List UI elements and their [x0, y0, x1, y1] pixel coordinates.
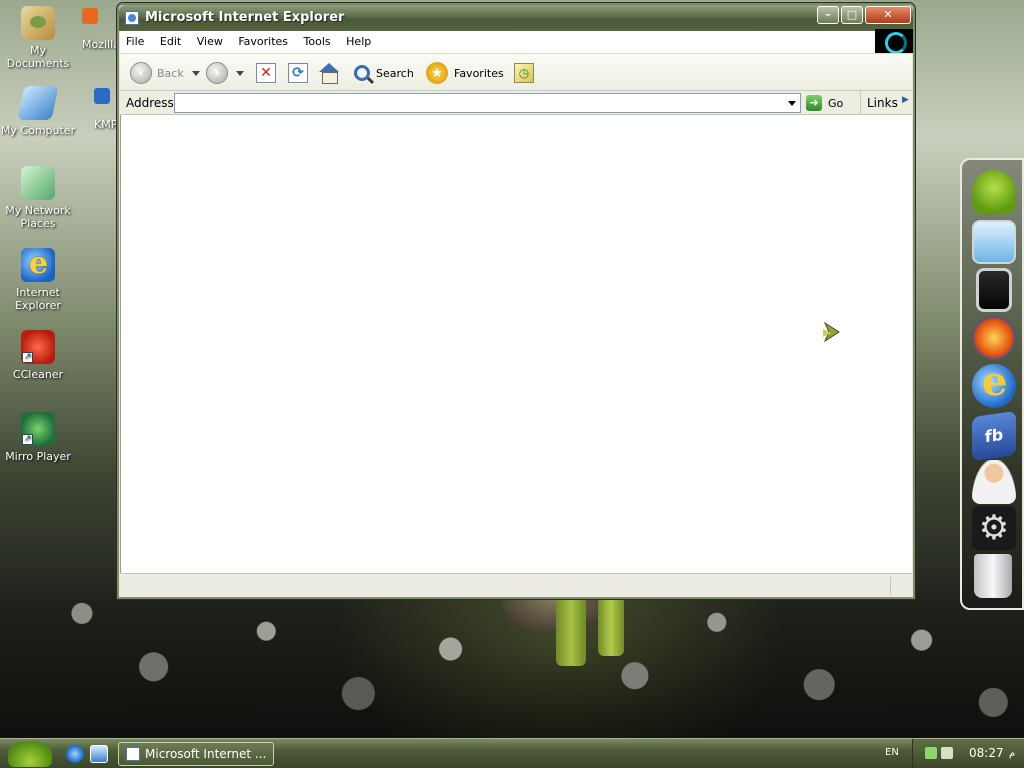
ipad-icon[interactable] — [976, 268, 1012, 312]
desktop-icon-label: Internet Explorer — [15, 286, 61, 312]
ie-throbber-icon — [875, 29, 913, 54]
busy-cursor-icon — [823, 321, 840, 343]
forward-button[interactable]: › — [206, 60, 244, 86]
home-icon — [318, 63, 340, 84]
desktop-icon-network-places[interactable]: My Network Places — [0, 166, 76, 230]
monitor-icon[interactable] — [972, 220, 1016, 264]
wallpaper-plant-2 — [598, 596, 624, 656]
history-icon: ◷ — [514, 63, 534, 83]
quicklaunch-ie-icon[interactable] — [66, 745, 84, 763]
close-button[interactable]: ✕ — [865, 6, 911, 24]
my-documents-icon — [21, 6, 55, 40]
android-icon[interactable] — [972, 170, 1016, 214]
desktop-icon-label: Mirro Player — [5, 450, 71, 463]
start-button-android-icon[interactable] — [8, 741, 52, 767]
ie-window: Microsoft Internet Explorer – □ ✕ File E… — [116, 2, 916, 600]
search-icon — [354, 65, 370, 81]
menu-edit[interactable]: Edit — [154, 31, 187, 48]
ie-page-icon — [126, 747, 140, 761]
page-content[interactable] — [120, 115, 912, 573]
desktop-icon-my-computer[interactable]: My Computer — [0, 86, 76, 137]
desktop-icon-label: My Network Places — [5, 204, 71, 230]
stop-icon: ✕ — [256, 63, 276, 83]
back-arrow-icon: ‹ — [130, 62, 152, 84]
menu-tools[interactable]: Tools — [298, 31, 337, 48]
desktop-icon-mozilla[interactable]: Mozilla — [82, 8, 120, 51]
firefox-icon — [82, 8, 98, 24]
forward-arrow-icon: › — [206, 62, 228, 84]
refresh-button[interactable]: ⟳ — [288, 60, 308, 86]
desktop-icon-label: Mozilla — [82, 38, 120, 51]
settings-gear-icon[interactable]: ⚙ — [972, 506, 1016, 550]
minimize-button[interactable]: – — [817, 6, 839, 24]
stop-button[interactable]: ✕ — [256, 60, 276, 86]
clock-suffix: م — [1009, 748, 1016, 759]
standard-toolbar: ‹ Back › ✕ ⟳ Search ★ Favorites ◷ — [120, 53, 912, 91]
back-button[interactable]: ‹ Back — [130, 60, 200, 86]
network-places-icon — [21, 166, 55, 200]
ccleaner-icon: ↗ — [21, 330, 55, 364]
menu-view[interactable]: View — [191, 31, 229, 48]
system-tray: 08:27 م — [912, 739, 1024, 768]
show-desktop-icon[interactable] — [90, 745, 108, 763]
home-button[interactable] — [318, 60, 340, 86]
desktop-icon-label: My Documents — [6, 44, 70, 70]
back-dropdown-icon[interactable] — [191, 70, 200, 76]
favorites-button[interactable]: ★ Favorites — [426, 60, 504, 86]
maximize-button[interactable]: □ — [841, 6, 863, 24]
favorites-label: Favorites — [454, 66, 504, 80]
ie-icon[interactable] — [972, 358, 1016, 408]
links-chevron-icon[interactable]: ▶ — [902, 95, 909, 105]
wallpaper-plant — [556, 596, 586, 666]
desktop-icon-label: CCleaner — [12, 368, 64, 381]
user-support-icon[interactable] — [972, 460, 1016, 504]
ie-icon — [21, 246, 55, 282]
app-dock: fb ⚙ — [960, 158, 1024, 610]
menu-file[interactable]: File — [120, 31, 150, 48]
go-arrow-icon: ➜ — [806, 95, 822, 111]
facebook-icon[interactable]: fb — [972, 410, 1016, 462]
clock[interactable]: 08:27 — [969, 746, 1004, 760]
refresh-icon: ⟳ — [288, 63, 308, 83]
desktop-icon-mirro-player[interactable]: ↗ Mirro Player — [0, 412, 76, 463]
desktop-icon-my-documents[interactable]: My Documents — [0, 6, 76, 70]
resize-grip-icon[interactable] — [890, 577, 908, 595]
desktop-icon-internet-explorer[interactable]: Internet Explorer — [0, 246, 76, 312]
links-button[interactable]: Links — [860, 91, 898, 115]
ie-page-icon — [125, 11, 139, 25]
go-label: Go — [828, 96, 844, 110]
menu-bar: File Edit View Favorites Tools Help — [120, 31, 876, 53]
search-label: Search — [376, 66, 414, 80]
taskbar: Microsoft Internet ... EN 08:27 م — [0, 738, 1024, 768]
my-computer-icon — [17, 86, 59, 120]
taskbar-button-ie[interactable]: Microsoft Internet ... — [118, 742, 274, 766]
address-input[interactable] — [174, 93, 801, 113]
firefox-icon[interactable] — [972, 316, 1016, 360]
forward-dropdown-icon[interactable] — [236, 70, 244, 76]
address-label: Address — [126, 96, 174, 110]
mirro-player-icon: ↗ — [21, 412, 55, 446]
history-button[interactable]: ◷ — [514, 60, 534, 86]
address-dropdown-icon[interactable] — [784, 95, 800, 111]
trash-icon[interactable] — [974, 554, 1012, 598]
menu-favorites[interactable]: Favorites — [232, 31, 294, 48]
title-bar[interactable]: Microsoft Internet Explorer – □ ✕ — [119, 5, 913, 31]
menu-help[interactable]: Help — [340, 31, 377, 48]
language-indicator[interactable]: EN — [885, 747, 899, 758]
tray-volume-icon[interactable] — [941, 747, 953, 759]
go-button[interactable]: ➜ Go — [806, 94, 843, 112]
desktop-icon-label: My Computer — [0, 124, 76, 137]
tray-network-icon[interactable] — [925, 747, 937, 759]
taskbar-button-label: Microsoft Internet ... — [145, 747, 267, 761]
status-bar — [120, 573, 912, 597]
links-label: Links — [867, 96, 898, 110]
favorites-star-icon: ★ — [426, 62, 448, 84]
desktop-icon-ccleaner[interactable]: ↗ CCleaner — [0, 330, 76, 381]
kmplayer-icon — [94, 88, 110, 104]
window-title: Microsoft Internet Explorer — [145, 10, 345, 25]
address-bar: Address ➜ Go Links ▶ — [120, 91, 912, 115]
search-button[interactable]: Search — [354, 60, 414, 86]
back-label: Back — [157, 66, 184, 80]
